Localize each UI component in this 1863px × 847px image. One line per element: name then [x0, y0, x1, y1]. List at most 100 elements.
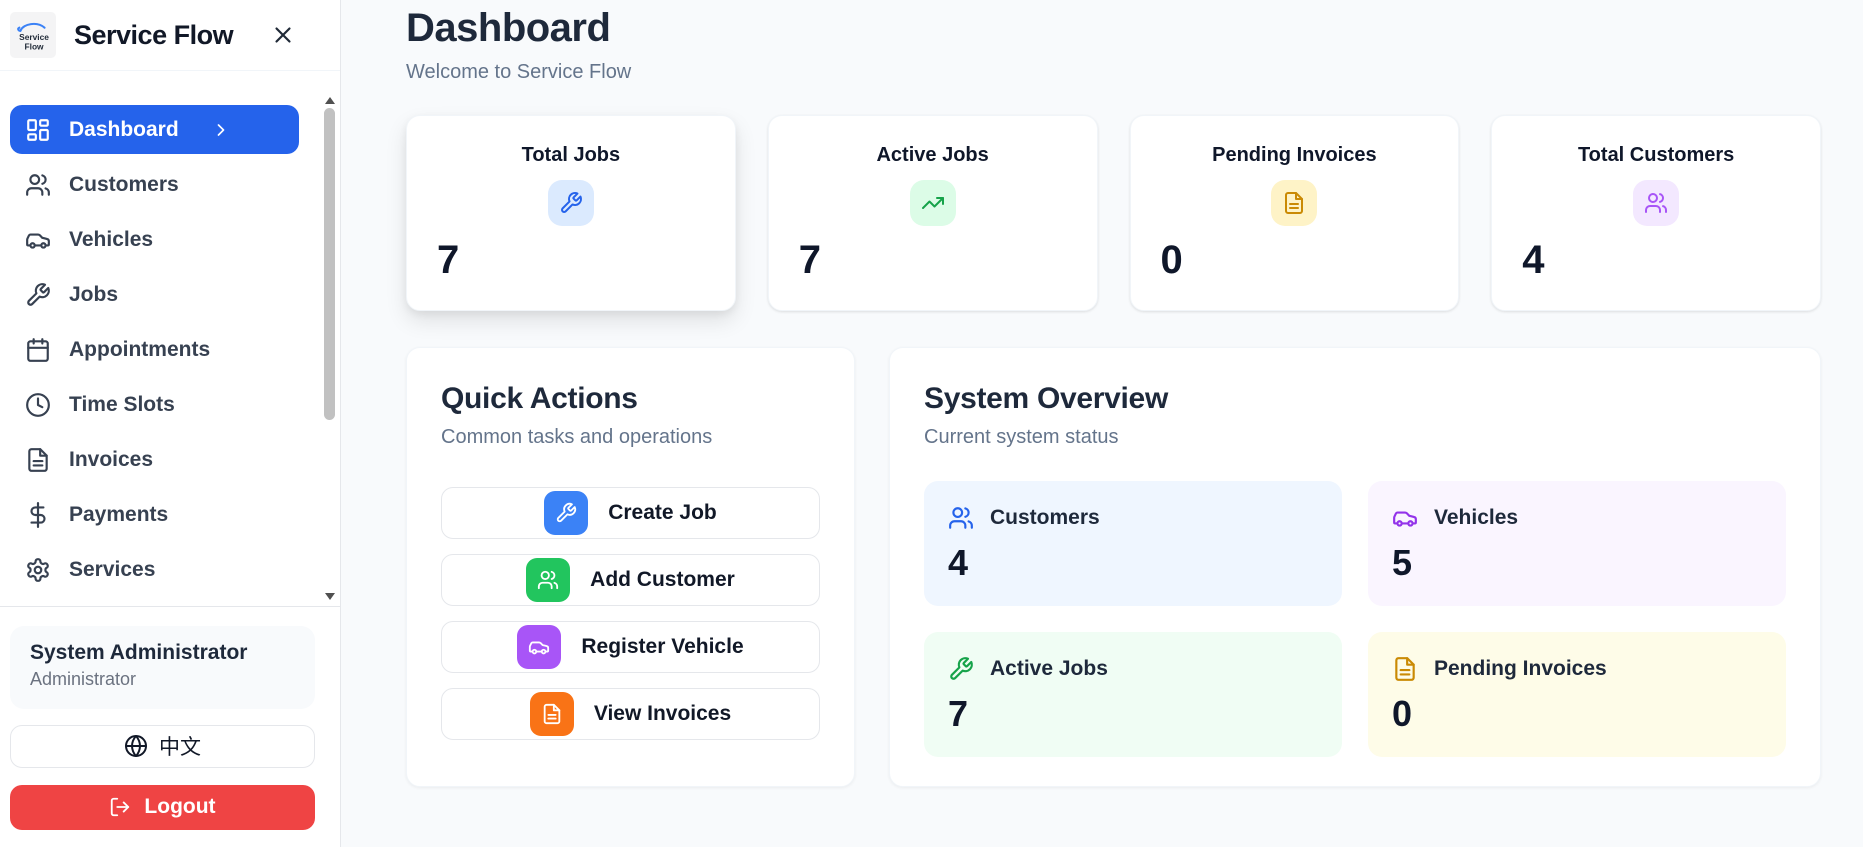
sidebar-item-jobs[interactable]: Jobs	[10, 270, 299, 319]
quick-actions-subtitle: Common tasks and operations	[441, 426, 713, 448]
users-icon-badge	[526, 558, 571, 602]
quick-action-label: Create Job	[608, 501, 717, 524]
users-icon	[1645, 193, 1668, 213]
file-text-icon	[543, 703, 561, 725]
stat-card-value: 7	[798, 238, 821, 282]
sidebar: Service Flow Service Flow Dashboard Cust…	[0, 0, 341, 847]
logout-icon	[111, 798, 130, 817]
stat-card-value: 4	[1522, 238, 1545, 282]
main-content: Dashboard Welcome to Service Flow Total …	[341, 0, 1863, 847]
overview-tiles: Customers 4 Vehicles 5 Active Jobs 7 Pen…	[924, 481, 1786, 757]
trending-up-icon	[921, 197, 944, 209]
sidebar-item-label: Jobs	[69, 282, 119, 306]
file-text-icon	[1285, 192, 1304, 214]
wrench-icon	[950, 657, 973, 680]
sidebar-item-label: Payments	[69, 502, 169, 526]
sidebar-item-label: Services	[69, 557, 156, 581]
sidebar-item-vehicles[interactable]: Vehicles	[10, 215, 299, 264]
sidebar-item-customers[interactable]: Customers	[10, 160, 299, 209]
wrench-icon	[557, 502, 577, 523]
sidebar-item-label: Invoices	[69, 447, 154, 471]
overview-tile-value: 4	[948, 542, 969, 583]
calendar-icon	[27, 337, 49, 362]
add-customer-button[interactable]: Add Customer	[441, 554, 820, 606]
car-icon-badge	[517, 625, 562, 669]
user-name: System Administrator	[30, 641, 248, 664]
sidebar-item-invoices[interactable]: Invoices	[10, 435, 299, 484]
sidebar-divider	[0, 606, 340, 607]
sidebar-item-label: Appointments	[69, 337, 211, 361]
app-root: Service Flow Service Flow Dashboard Cust…	[0, 0, 1863, 847]
sidebar-item-dashboard[interactable]: Dashboard	[10, 105, 299, 154]
overview-tile-value: 5	[1392, 542, 1413, 583]
app-logo: Service Flow	[10, 12, 56, 58]
sidebar-item-payments[interactable]: Payments	[10, 490, 299, 539]
file-text-icon	[28, 447, 48, 472]
logout-label: Logout	[144, 795, 216, 819]
overview-tile-label: Vehicles	[1434, 506, 1519, 529]
sidebar-item-label: Time Slots	[69, 392, 175, 416]
stat-card-value: 0	[1160, 238, 1183, 282]
quick-actions-title: Quick Actions	[441, 382, 638, 415]
sidebar-item-label: Dashboard	[69, 117, 179, 141]
overview-tile-label: Active Jobs	[990, 657, 1108, 680]
register-vehicle-button[interactable]: Register Vehicle	[441, 621, 820, 673]
stat-card-title: Pending Invoices	[1212, 144, 1377, 166]
sidebar-scrollbar[interactable]	[324, 97, 336, 600]
wrench-icon-badge	[547, 180, 594, 226]
overview-tile-vehicles: Vehicles 5	[1368, 481, 1786, 606]
dollar-icon	[30, 501, 46, 528]
stat-card-active-jobs: Active Jobs 7	[767, 115, 1098, 311]
overview-tile-customers: Customers 4	[924, 481, 1342, 606]
sidebar-item-appointments[interactable]: Appointments	[10, 325, 299, 374]
sidebar-item-services[interactable]: Services	[10, 545, 299, 594]
overview-tile-value: 7	[948, 693, 969, 734]
car-logo-icon: Service Flow	[17, 22, 49, 52]
car-icon	[26, 233, 50, 249]
overview-tile-label: Pending Invoices	[1434, 657, 1607, 680]
close-sidebar-button[interactable]	[270, 22, 296, 48]
users-icon	[949, 507, 973, 529]
language-label: 中文	[159, 736, 201, 760]
gear-icon	[27, 557, 49, 582]
file-text-icon	[1395, 657, 1415, 681]
app-title: Service Flow	[74, 19, 234, 50]
quick-action-label: Register Vehicle	[581, 635, 744, 658]
system-overview-title: System Overview	[924, 382, 1168, 415]
car-icon	[1393, 511, 1417, 527]
user-card: System Administrator Administrator	[10, 626, 315, 709]
wrench-icon	[560, 192, 582, 213]
wrench-icon	[27, 282, 50, 306]
scrollbar-thumb[interactable]	[324, 108, 335, 420]
sidebar-item-time-slots[interactable]: Time Slots	[10, 380, 299, 429]
car-icon	[529, 641, 550, 655]
panels-row: Quick Actions Common tasks and operation…	[406, 347, 1821, 787]
overview-tile-value: 0	[1392, 693, 1413, 734]
quick-action-label: Add Customer	[590, 568, 735, 591]
user-role: Administrator	[30, 669, 137, 689]
language-toggle-button[interactable]: 中文	[10, 724, 315, 768]
stat-card-total-jobs: Total Jobs 7	[406, 115, 736, 311]
stats-row: Total Jobs 7 Active Jobs 7 Pending Invoi…	[406, 115, 1821, 311]
logout-button[interactable]: Logout	[10, 784, 315, 830]
file-text-icon-badge	[1271, 180, 1318, 226]
scrollbar-down-arrow[interactable]	[325, 593, 335, 600]
layout-dashboard-icon	[27, 118, 49, 141]
page-subtitle: Welcome to Service Flow	[406, 61, 632, 83]
sidebar-nav: Dashboard Customers Vehicles Jobs Appoin…	[0, 71, 340, 600]
scrollbar-up-arrow[interactable]	[325, 97, 335, 104]
stat-card-title: Active Jobs	[876, 144, 989, 166]
sidebar-item-label: Customers	[69, 172, 179, 196]
overview-tile-active-jobs: Active Jobs 7	[924, 632, 1342, 757]
clock-icon	[26, 392, 50, 417]
users-icon	[538, 570, 559, 590]
scrollbar-track[interactable]	[324, 104, 336, 593]
wrench-icon-badge	[544, 491, 589, 535]
overview-tile-pending-invoices: Pending Invoices 0	[1368, 632, 1786, 757]
sidebar-header: Service Flow Service Flow	[0, 0, 340, 71]
create-job-button[interactable]: Create Job	[441, 487, 820, 539]
overview-tile-label: Customers	[990, 506, 1100, 529]
view-invoices-button[interactable]: View Invoices	[441, 688, 820, 740]
close-icon	[275, 27, 291, 43]
users-icon-badge	[1633, 180, 1680, 226]
